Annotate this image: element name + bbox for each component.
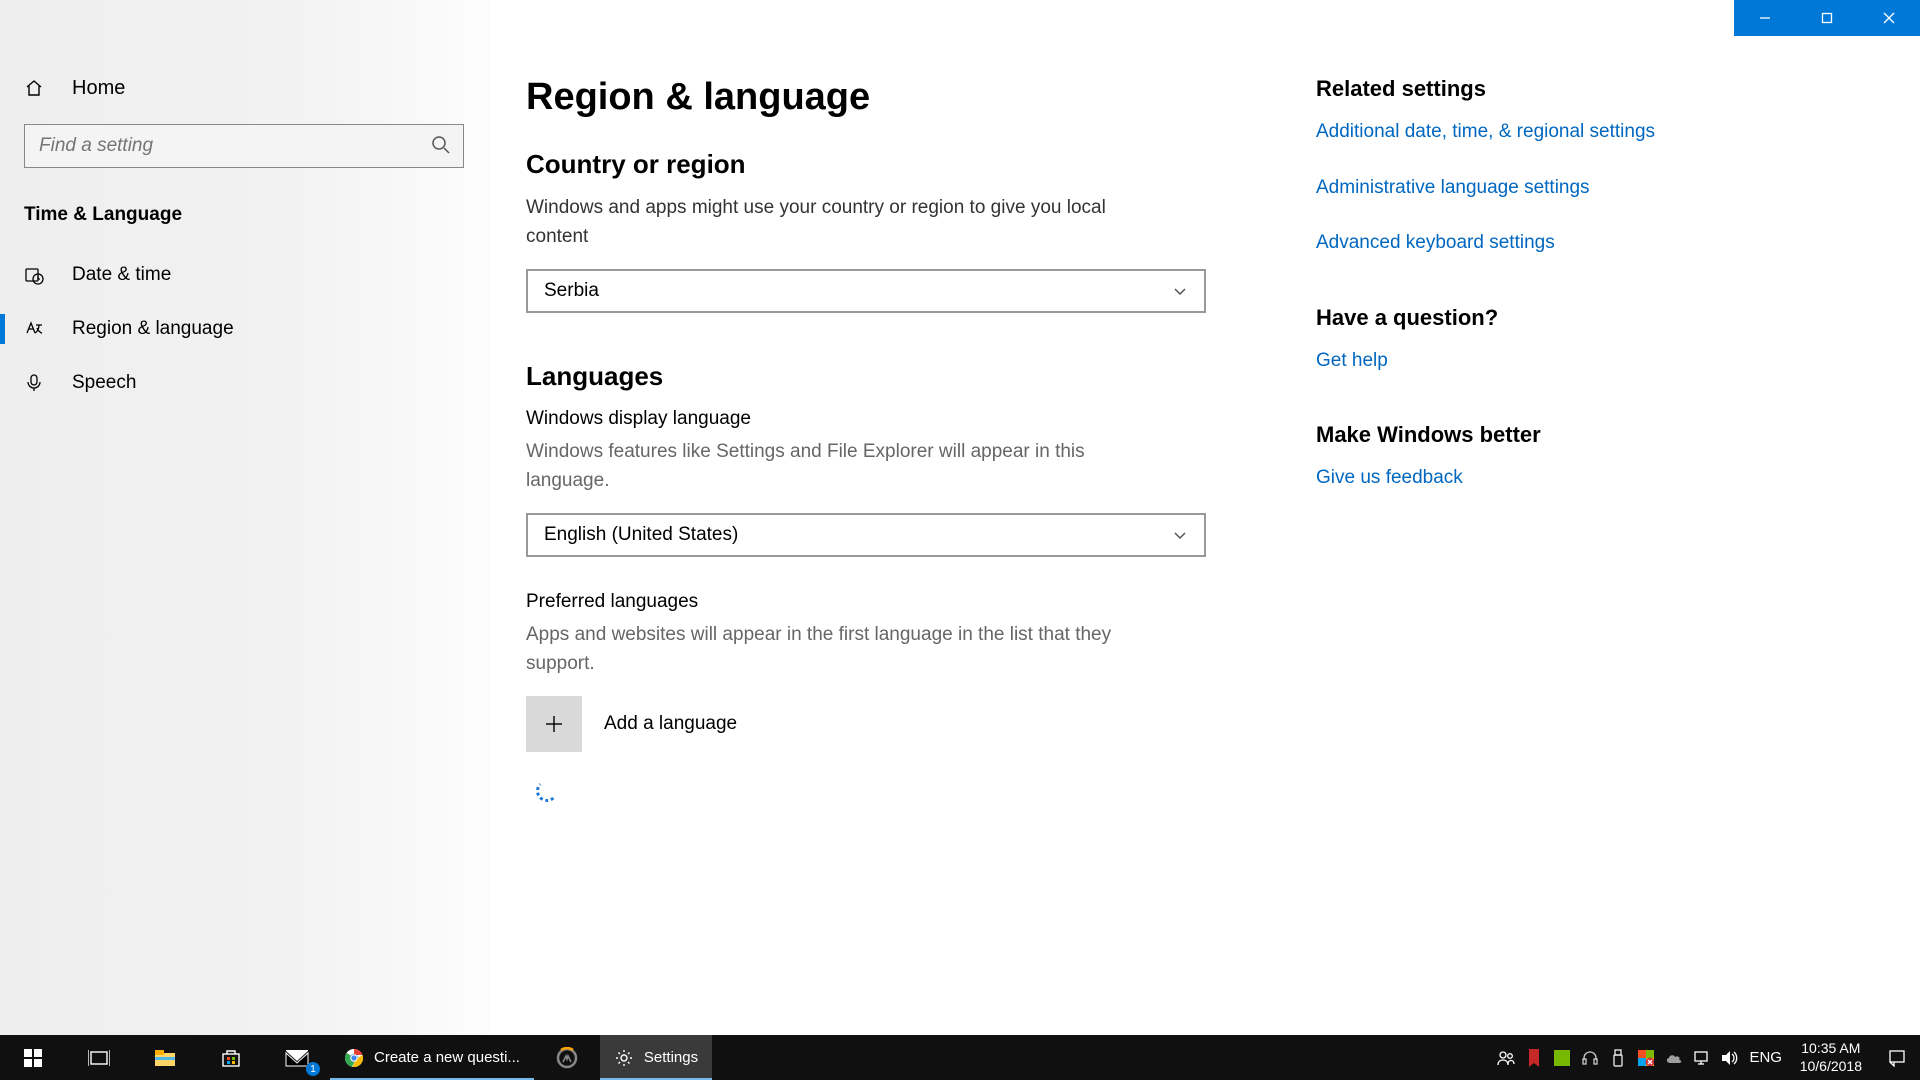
taskbar-settings-label: Settings	[644, 1049, 698, 1066]
search-input[interactable]	[25, 125, 410, 167]
display-language-subhead: Windows display language	[526, 408, 1236, 430]
task-view-button[interactable]	[66, 1035, 132, 1080]
loading-spinner-icon	[536, 780, 558, 802]
sidebar-home-label: Home	[72, 77, 125, 100]
window-controls	[1734, 0, 1920, 36]
add-language-button[interactable]: Add a language	[526, 696, 1236, 752]
taskbar-file-explorer[interactable]	[132, 1035, 198, 1080]
tray-people-icon[interactable]	[1492, 1035, 1520, 1080]
calendar-clock-icon	[24, 265, 50, 285]
tray-app-icon-red[interactable]	[1520, 1035, 1548, 1080]
display-language-dropdown[interactable]: English (United States)	[526, 513, 1206, 557]
related-settings-heading: Related settings	[1316, 76, 1666, 102]
sidebar-item-label: Region & language	[72, 318, 234, 340]
related-link-additional[interactable]: Additional date, time, & regional settin…	[1316, 118, 1666, 146]
display-language-desc: Windows features like Settings and File …	[526, 438, 1166, 495]
mail-badge: 1	[306, 1062, 320, 1076]
sidebar-section-title: Time & Language	[0, 204, 490, 226]
sidebar-item-label: Speech	[72, 372, 136, 394]
tray-onedrive-icon[interactable]	[1660, 1035, 1688, 1080]
taskbar-overwatch[interactable]	[534, 1035, 600, 1080]
taskbar: 1 Create a new questi... Settings	[0, 1035, 1920, 1080]
taskbar-microsoft-store[interactable]	[198, 1035, 264, 1080]
tray-usb-icon[interactable]	[1604, 1035, 1632, 1080]
close-button[interactable]	[1858, 0, 1920, 36]
plus-icon	[526, 696, 582, 752]
tray-date: 10/6/2018	[1800, 1058, 1862, 1076]
taskbar-settings[interactable]: Settings	[600, 1035, 712, 1080]
minimize-button[interactable]	[1734, 0, 1796, 36]
microphone-icon	[24, 373, 50, 393]
country-selected: Serbia	[544, 280, 599, 302]
taskbar-mail[interactable]: 1	[264, 1035, 330, 1080]
tray-time: 10:35 AM	[1800, 1040, 1862, 1058]
sidebar-nav: Date & time Region & language Speech	[0, 248, 490, 410]
search-icon	[431, 135, 451, 155]
languages-heading: Languages	[526, 361, 1236, 392]
chevron-down-icon	[1172, 283, 1188, 299]
language-icon	[24, 319, 50, 339]
country-desc: Windows and apps might use your country …	[526, 194, 1166, 251]
tray-clock[interactable]: 10:35 AM 10/6/2018	[1788, 1040, 1874, 1075]
sidebar-home[interactable]: Home	[0, 58, 490, 118]
chevron-down-icon	[1172, 527, 1188, 543]
preferred-languages-subhead: Preferred languages	[526, 591, 1236, 613]
start-button[interactable]	[0, 1035, 66, 1080]
better-heading: Make Windows better	[1316, 422, 1666, 448]
tray-notifications-icon[interactable]	[1874, 1049, 1920, 1067]
aside-column: Related settings Additional date, time, …	[1316, 76, 1666, 1035]
search-box[interactable]	[24, 124, 464, 168]
display-language-selected: English (United States)	[544, 524, 738, 546]
maximize-button[interactable]	[1796, 0, 1858, 36]
sidebar-item-date-time[interactable]: Date & time	[0, 248, 490, 302]
sidebar-item-label: Date & time	[72, 264, 171, 286]
system-tray: ENG 10:35 AM 10/6/2018	[1492, 1035, 1920, 1080]
country-heading: Country or region	[526, 149, 1236, 180]
tray-nvidia-icon[interactable]	[1548, 1035, 1576, 1080]
tray-volume-icon[interactable]	[1716, 1035, 1744, 1080]
country-dropdown[interactable]: Serbia	[526, 269, 1206, 313]
taskbar-chrome-label: Create a new questi...	[374, 1049, 520, 1066]
sidebar-item-speech[interactable]: Speech	[0, 356, 490, 410]
sidebar: Home Time & Language Date & time Region …	[0, 0, 490, 1035]
add-language-label: Add a language	[604, 713, 737, 735]
sidebar-item-region-language[interactable]: Region & language	[0, 302, 490, 356]
taskbar-chrome[interactable]: Create a new questi...	[330, 1035, 534, 1080]
related-link-adv-keyboard[interactable]: Advanced keyboard settings	[1316, 229, 1666, 257]
tray-headset-icon[interactable]	[1576, 1035, 1604, 1080]
question-heading: Have a question?	[1316, 305, 1666, 331]
preferred-languages-desc: Apps and websites will appear in the fir…	[526, 621, 1166, 678]
page-title: Region & language	[526, 76, 1236, 119]
main-content: Region & language Country or region Wind…	[490, 36, 1920, 1035]
get-help-link[interactable]: Get help	[1316, 347, 1666, 375]
tray-network-icon[interactable]	[1688, 1035, 1716, 1080]
content-column: Region & language Country or region Wind…	[526, 76, 1236, 1035]
home-icon	[24, 78, 50, 98]
tray-language[interactable]: ENG	[1744, 1035, 1788, 1080]
related-link-admin-lang[interactable]: Administrative language settings	[1316, 174, 1666, 202]
tray-security-icon[interactable]	[1632, 1035, 1660, 1080]
feedback-link[interactable]: Give us feedback	[1316, 464, 1666, 492]
